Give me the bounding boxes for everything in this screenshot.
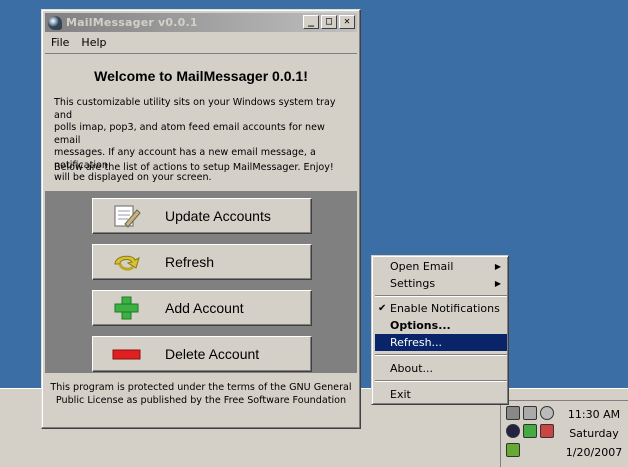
menu-item-refresh[interactable]: Refresh... bbox=[375, 334, 507, 351]
delete-account-label: Delete Account bbox=[165, 346, 260, 362]
open-email-label: Open Email bbox=[390, 260, 454, 273]
maximize-button[interactable]: □ bbox=[321, 15, 337, 29]
refresh-button[interactable]: Refresh bbox=[92, 244, 312, 280]
instructions-text: Below are the list of actions to setup M… bbox=[54, 162, 334, 173]
title-bar[interactable]: MailMessager v0.0.1 _ □ ✕ bbox=[45, 13, 357, 32]
printer-icon[interactable] bbox=[523, 406, 537, 420]
mail-messager-tray-icon[interactable] bbox=[523, 424, 537, 438]
menu-help[interactable]: Help bbox=[75, 36, 112, 49]
menu-separator bbox=[375, 295, 507, 297]
menu-separator bbox=[375, 380, 507, 382]
window-title: MailMessager v0.0.1 bbox=[66, 16, 198, 29]
settings-label: Settings bbox=[390, 277, 436, 290]
notepad-pencil-icon bbox=[114, 205, 141, 228]
menu-item-options[interactable]: Options... bbox=[375, 317, 507, 334]
refresh-menu-label: Refresh... bbox=[390, 336, 443, 349]
display-icon[interactable] bbox=[506, 443, 520, 457]
antivirus-icon[interactable] bbox=[506, 424, 520, 438]
red-minus-icon bbox=[112, 349, 141, 360]
window-content: Welcome to MailMessager 0.0.1! This cust… bbox=[45, 53, 357, 426]
clock-day: Saturday bbox=[569, 427, 619, 440]
clock-time: 11:30 AM bbox=[567, 408, 621, 421]
security-icon[interactable] bbox=[540, 424, 554, 438]
add-account-label: Add Account bbox=[165, 300, 244, 316]
update-accounts-button[interactable]: Update Accounts bbox=[92, 198, 312, 234]
update-accounts-label: Update Accounts bbox=[165, 208, 271, 224]
close-button[interactable]: ✕ bbox=[339, 15, 355, 29]
refresh-label: Refresh bbox=[165, 254, 215, 270]
menu-item-open-email[interactable]: Open Email ▶ bbox=[375, 258, 507, 275]
disc-icon[interactable] bbox=[540, 406, 554, 420]
network-icon[interactable] bbox=[506, 406, 520, 420]
minimize-button[interactable]: _ bbox=[303, 15, 319, 29]
welcome-heading: Welcome to MailMessager 0.0.1! bbox=[94, 68, 308, 84]
mailmessager-window: MailMessager v0.0.1 _ □ ✕ File Help Welc… bbox=[41, 9, 361, 429]
enable-notifications-label: Enable Notifications bbox=[390, 302, 500, 315]
menu-item-exit[interactable]: Exit bbox=[375, 386, 507, 403]
submenu-arrow-icon: ▶ bbox=[494, 262, 501, 271]
clock[interactable]: 11:30 AM Saturday 1/20/2007 bbox=[561, 405, 627, 462]
add-account-button[interactable]: Add Account bbox=[92, 290, 312, 326]
menu-file[interactable]: File bbox=[45, 36, 75, 49]
options-label: Options... bbox=[390, 319, 451, 332]
about-label: About... bbox=[390, 362, 434, 375]
actions-panel: Update Accounts Refresh Add Account Dele… bbox=[45, 191, 357, 373]
tray-context-menu: Open Email ▶ Settings ▶ ✔ Enable Notific… bbox=[371, 255, 509, 405]
refresh-arrow-icon bbox=[114, 255, 140, 271]
menu-bar: File Help bbox=[45, 33, 113, 51]
delete-account-button[interactable]: Delete Account bbox=[92, 336, 312, 372]
menu-separator bbox=[375, 354, 507, 356]
menu-item-about[interactable]: About... bbox=[375, 360, 507, 377]
clock-date: 1/20/2007 bbox=[565, 446, 623, 459]
system-tray: 11:30 AM Saturday 1/20/2007 bbox=[500, 400, 628, 467]
license-text: This program is protected under the term… bbox=[50, 382, 352, 406]
window-controls: _ □ ✕ bbox=[303, 15, 355, 29]
app-icon[interactable] bbox=[48, 15, 62, 30]
menu-item-settings[interactable]: Settings ▶ bbox=[375, 275, 507, 292]
check-icon: ✔ bbox=[378, 303, 387, 314]
submenu-arrow-icon: ▶ bbox=[494, 279, 501, 288]
green-plus-icon bbox=[114, 296, 139, 320]
exit-label: Exit bbox=[390, 388, 411, 401]
menu-item-enable-notifications[interactable]: ✔ Enable Notifications bbox=[375, 300, 507, 317]
